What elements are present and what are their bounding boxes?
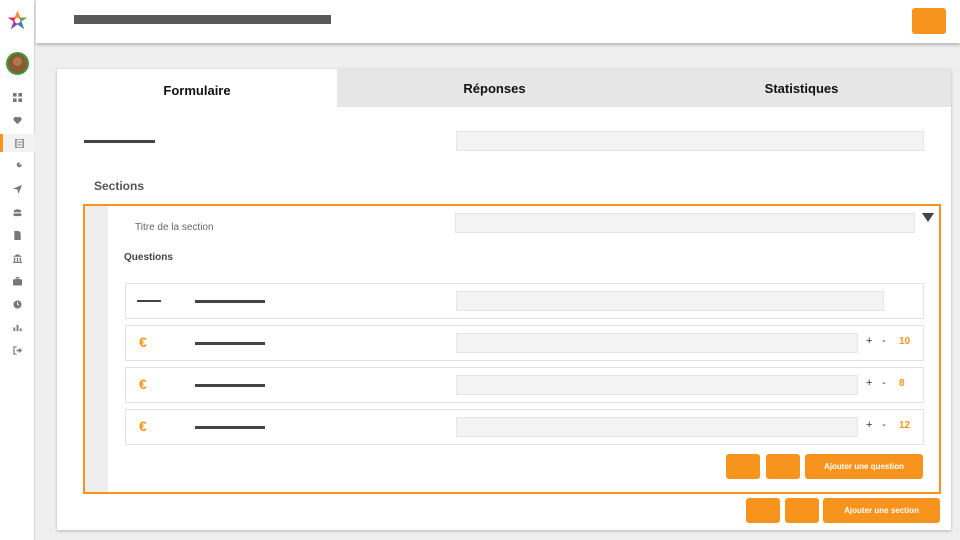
sidebar-item-history[interactable] — [0, 295, 35, 313]
question-input[interactable] — [456, 375, 858, 395]
add-section-button[interactable]: Ajouter une section — [823, 498, 940, 523]
question-count: 8 — [899, 378, 905, 389]
question-label-placeholder — [195, 342, 265, 345]
tab-statistiques[interactable]: Statistiques — [652, 69, 951, 107]
dash-icon — [137, 300, 161, 302]
form-action-button-1[interactable] — [746, 498, 780, 523]
question-input[interactable] — [456, 417, 858, 437]
sidebar-item-bank[interactable] — [0, 249, 35, 267]
form-editor-card: Formulaire Réponses Statistiques Section… — [57, 69, 951, 530]
increment-button[interactable]: + — [866, 377, 872, 389]
question-row — [125, 283, 924, 319]
briefcase-icon — [13, 276, 22, 286]
section-title-label: Titre de la section — [135, 222, 214, 233]
euro-icon: € — [139, 376, 147, 392]
section-card: Titre de la section Questions € + - 10 €… — [83, 204, 941, 494]
clock-icon — [13, 299, 22, 309]
wrench-icon — [13, 161, 22, 170]
section-action-button-2[interactable] — [766, 454, 800, 479]
sidebar-item-users[interactable] — [0, 203, 35, 221]
form-icon — [14, 138, 24, 148]
question-row: € + - 12 — [125, 409, 924, 445]
decrement-button[interactable]: - — [882, 419, 886, 431]
increment-button[interactable]: + — [866, 335, 872, 347]
heart-icon — [13, 116, 22, 124]
question-count: 10 — [899, 336, 911, 347]
top-bar — [36, 0, 960, 43]
sidebar-item-documents[interactable] — [0, 226, 35, 244]
avatar[interactable] — [6, 52, 29, 75]
sidebar-item-stats[interactable] — [0, 318, 35, 336]
sidebar — [0, 0, 35, 540]
section-drag-handle[interactable] — [85, 206, 108, 492]
tab-reponses[interactable]: Réponses — [337, 69, 652, 107]
euro-icon: € — [139, 334, 147, 350]
tab-bar: Formulaire Réponses Statistiques — [57, 69, 951, 107]
grid-icon — [13, 92, 22, 102]
form-name-label-placeholder — [84, 140, 155, 143]
form-name-input[interactable] — [456, 131, 924, 151]
sections-heading: Sections — [94, 179, 145, 193]
chart-icon — [13, 324, 22, 331]
sidebar-item-send[interactable] — [0, 180, 35, 198]
question-input[interactable] — [456, 333, 858, 353]
sidebar-item-tools[interactable] — [0, 157, 35, 175]
question-label-placeholder — [195, 426, 265, 429]
question-count: 12 — [899, 420, 911, 431]
euro-icon: € — [139, 418, 147, 434]
document-icon — [14, 230, 21, 240]
users-icon — [13, 208, 22, 216]
questions-heading: Questions — [124, 252, 173, 263]
increment-button[interactable]: + — [866, 419, 872, 431]
sidebar-item-favorites[interactable] — [0, 111, 35, 129]
question-row: € + - 8 — [125, 367, 924, 403]
bank-icon — [13, 253, 22, 263]
decrement-button[interactable]: - — [882, 377, 886, 389]
send-icon — [13, 184, 22, 194]
sidebar-item-forms[interactable] — [0, 134, 35, 152]
add-question-button[interactable]: Ajouter une question — [805, 454, 923, 479]
question-input[interactable] — [456, 291, 884, 311]
star-logo-icon[interactable] — [7, 10, 28, 31]
sidebar-item-logout[interactable] — [0, 341, 35, 359]
page-title-placeholder — [74, 15, 331, 24]
question-label-placeholder — [195, 384, 265, 387]
tab-formulaire[interactable]: Formulaire — [57, 69, 337, 107]
question-row: € + - 10 — [125, 325, 924, 361]
form-action-button-2[interactable] — [785, 498, 819, 523]
logout-icon — [13, 345, 22, 355]
collapse-caret-icon[interactable] — [922, 213, 934, 222]
sidebar-item-briefcase[interactable] — [0, 272, 35, 290]
question-label-placeholder — [195, 300, 265, 303]
section-action-button-1[interactable] — [726, 454, 760, 479]
sidebar-item-dashboard[interactable] — [0, 88, 35, 106]
section-title-input[interactable] — [455, 213, 915, 233]
top-action-button[interactable] — [912, 8, 946, 34]
decrement-button[interactable]: - — [882, 335, 886, 347]
